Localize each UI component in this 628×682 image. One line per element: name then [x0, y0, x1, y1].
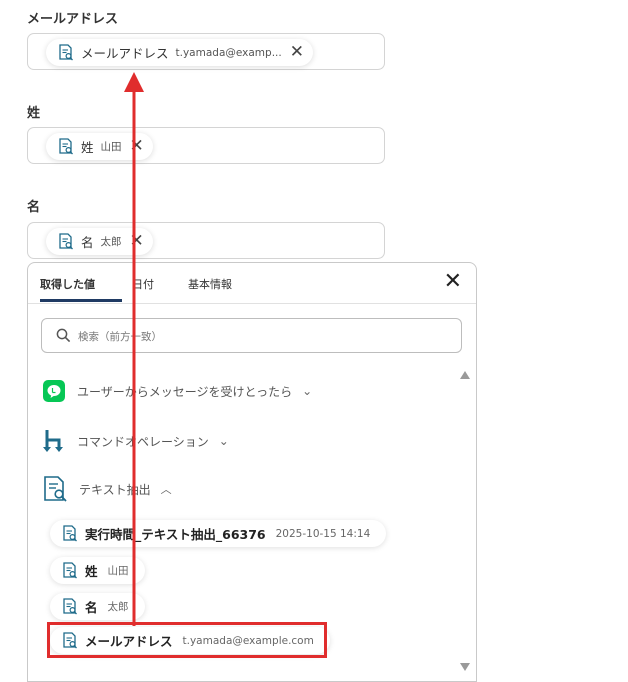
chevron-down-icon[interactable]: ⌄: [219, 434, 229, 448]
email-field[interactable]: メールアドレス t.yamada@examp... ✕: [27, 33, 385, 70]
document-search-icon: [59, 44, 73, 61]
list-item[interactable]: 姓 山田: [50, 557, 145, 584]
document-search-icon: [63, 525, 77, 542]
chip-name: 姓: [81, 140, 94, 155]
document-search-icon: [63, 562, 77, 579]
remove-chip-icon[interactable]: ✕: [130, 233, 144, 250]
remove-chip-icon[interactable]: ✕: [130, 138, 144, 155]
close-icon[interactable]: ✕: [444, 271, 462, 293]
scroll-down-arrow[interactable]: [460, 663, 470, 671]
group-label: コマンドオペレーション: [77, 434, 209, 449]
email-label: メールアドレス: [27, 12, 119, 27]
tab-date[interactable]: 日付: [132, 276, 154, 292]
first-name-label: 名: [27, 200, 41, 215]
scroll-up-arrow[interactable]: [460, 371, 470, 379]
group-text-extraction[interactable]: テキスト抽出 ︿: [43, 476, 172, 502]
group-command-operation[interactable]: コマンドオペレーション ⌄: [43, 429, 229, 453]
item-name: 実行時間_テキスト抽出_66376: [85, 527, 266, 542]
item-value: 山田: [107, 565, 129, 577]
list-item[interactable]: 実行時間_テキスト抽出_66376 2025-10-15 14:14: [50, 520, 387, 547]
line-app-icon: [43, 380, 65, 402]
first-name-field[interactable]: 名 太郎 ✕: [27, 222, 385, 259]
chip-name: メールアドレス: [81, 46, 169, 61]
chip-name: 名: [81, 235, 94, 250]
first-name-value-chip[interactable]: 名 太郎 ✕: [46, 228, 153, 255]
tab-acquired-values[interactable]: 取得した値: [40, 276, 95, 292]
remove-chip-icon[interactable]: ✕: [290, 44, 304, 61]
active-tab-indicator: [40, 299, 122, 302]
item-value: 太郎: [107, 601, 129, 613]
chip-value: 山田: [100, 141, 122, 153]
chip-value: 太郎: [100, 236, 122, 248]
value-picker-panel: 取得した値 日付 基本情報 ✕ 検索（前方一致） ユーザーからメッセージを受けと…: [27, 262, 477, 682]
document-search-icon: [44, 476, 67, 502]
last-name-field[interactable]: 姓 山田 ✕: [27, 127, 385, 164]
last-name-value-chip[interactable]: 姓 山田 ✕: [46, 133, 153, 160]
list-item[interactable]: 名 太郎: [50, 593, 145, 620]
tab-bar: 取得した値 日付 基本情報 ✕: [28, 263, 476, 304]
chip-value: t.yamada@examp...: [175, 46, 282, 59]
last-name-label: 姓: [27, 106, 41, 121]
group-message-trigger[interactable]: ユーザーからメッセージを受けとったら ⌄: [43, 380, 312, 402]
item-value: 2025-10-15 14:14: [275, 527, 371, 540]
chevron-down-icon[interactable]: ⌄: [302, 384, 312, 398]
search-icon: [56, 328, 71, 343]
highlight-box: [47, 622, 327, 658]
document-search-icon: [59, 138, 73, 155]
item-name: 姓: [85, 564, 98, 579]
group-label: テキスト抽出: [79, 482, 151, 497]
item-name: 名: [85, 600, 98, 615]
chevron-up-icon[interactable]: ︿: [161, 481, 172, 497]
search-input[interactable]: 検索（前方一致）: [41, 318, 462, 353]
search-placeholder: 検索（前方一致）: [78, 331, 162, 343]
document-search-icon: [59, 233, 73, 250]
group-label: ユーザーからメッセージを受けとったら: [77, 384, 293, 399]
branch-arrow-icon: [43, 430, 63, 452]
document-search-icon: [63, 598, 77, 615]
tab-basic-info[interactable]: 基本情報: [188, 276, 232, 292]
email-value-chip[interactable]: メールアドレス t.yamada@examp... ✕: [46, 39, 313, 66]
